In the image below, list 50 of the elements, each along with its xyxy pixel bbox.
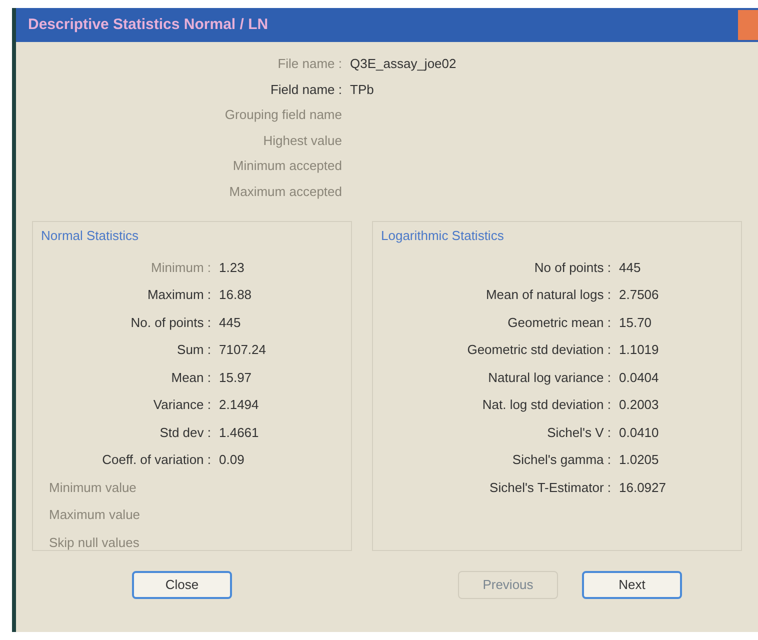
field-label: Minimum accepted (232, 157, 342, 175)
field-value: Q3E_assay_joe02 (350, 55, 456, 73)
stat-label: Geometric std deviation : (466, 341, 611, 359)
stat-value: 2.1494 (219, 396, 259, 414)
stat-label: Minimum : (150, 258, 211, 276)
stat-label: Sum : (176, 341, 211, 359)
stat-value: 7107.24 (219, 341, 266, 359)
disabled-label: Minimum value (49, 478, 138, 496)
window-title: Descriptive Statistics Normal / LN (28, 14, 268, 35)
stat-label: Sichel's gamma : (511, 451, 611, 469)
stat-label: Mean of natural logs : (484, 286, 611, 304)
disabled-label: Skip null values (49, 534, 140, 552)
stat-value: 0.2003 (619, 396, 659, 414)
stat-value: 15.70 (619, 314, 652, 332)
dialog-button[interactable]: Close (132, 571, 232, 599)
stat-value: 16.88 (219, 286, 252, 304)
stat-value: 445 (219, 314, 241, 332)
field-label: Maximum accepted (228, 182, 342, 201)
stat-value: 1.0205 (619, 451, 659, 469)
stat-label: Maximum : (146, 286, 211, 304)
stat-value: 1.4661 (219, 424, 259, 442)
stat-value: 15.97 (219, 368, 252, 386)
stat-label: Sichel's T-Estimator : (488, 478, 611, 496)
stat-label: Nat. log std deviation : (481, 396, 611, 414)
stat-label: Variance : (152, 396, 211, 414)
group-title: Normal Statistics (41, 227, 140, 245)
stat-label: Sichel's V : (546, 424, 611, 442)
stat-value: 0.0410 (619, 424, 659, 442)
field-label: Highest value (262, 132, 342, 150)
stat-value: 16.0927 (619, 478, 666, 496)
stat-value: 1.1019 (619, 341, 659, 359)
dialog-button[interactable]: Next (582, 571, 682, 599)
stat-label: Natural log variance : (487, 368, 611, 387)
stat-label: Geometric mean : (506, 314, 611, 332)
field-value: TPb (350, 80, 374, 98)
stat-label: No. of points : (130, 314, 211, 332)
stat-label: Std dev : (158, 424, 211, 442)
stat-value: 0.09 (219, 451, 244, 469)
stat-value: 0.0404 (619, 368, 659, 386)
stat-label: Mean : (170, 368, 211, 386)
stat-value: 445 (619, 258, 641, 276)
disabled-label: Maximum value (49, 506, 142, 524)
stat-label: Coeff. of variation : (101, 451, 211, 469)
field-label: Field name : (269, 80, 342, 98)
stat-label: No of points : (533, 258, 611, 277)
group-title: Logarithmic Statistics (381, 227, 505, 245)
stat-value: 1.23 (219, 258, 244, 276)
field-label: Grouping field name (224, 106, 342, 124)
stat-value: 2.7506 (619, 286, 659, 304)
field-label: File name : (276, 55, 342, 73)
